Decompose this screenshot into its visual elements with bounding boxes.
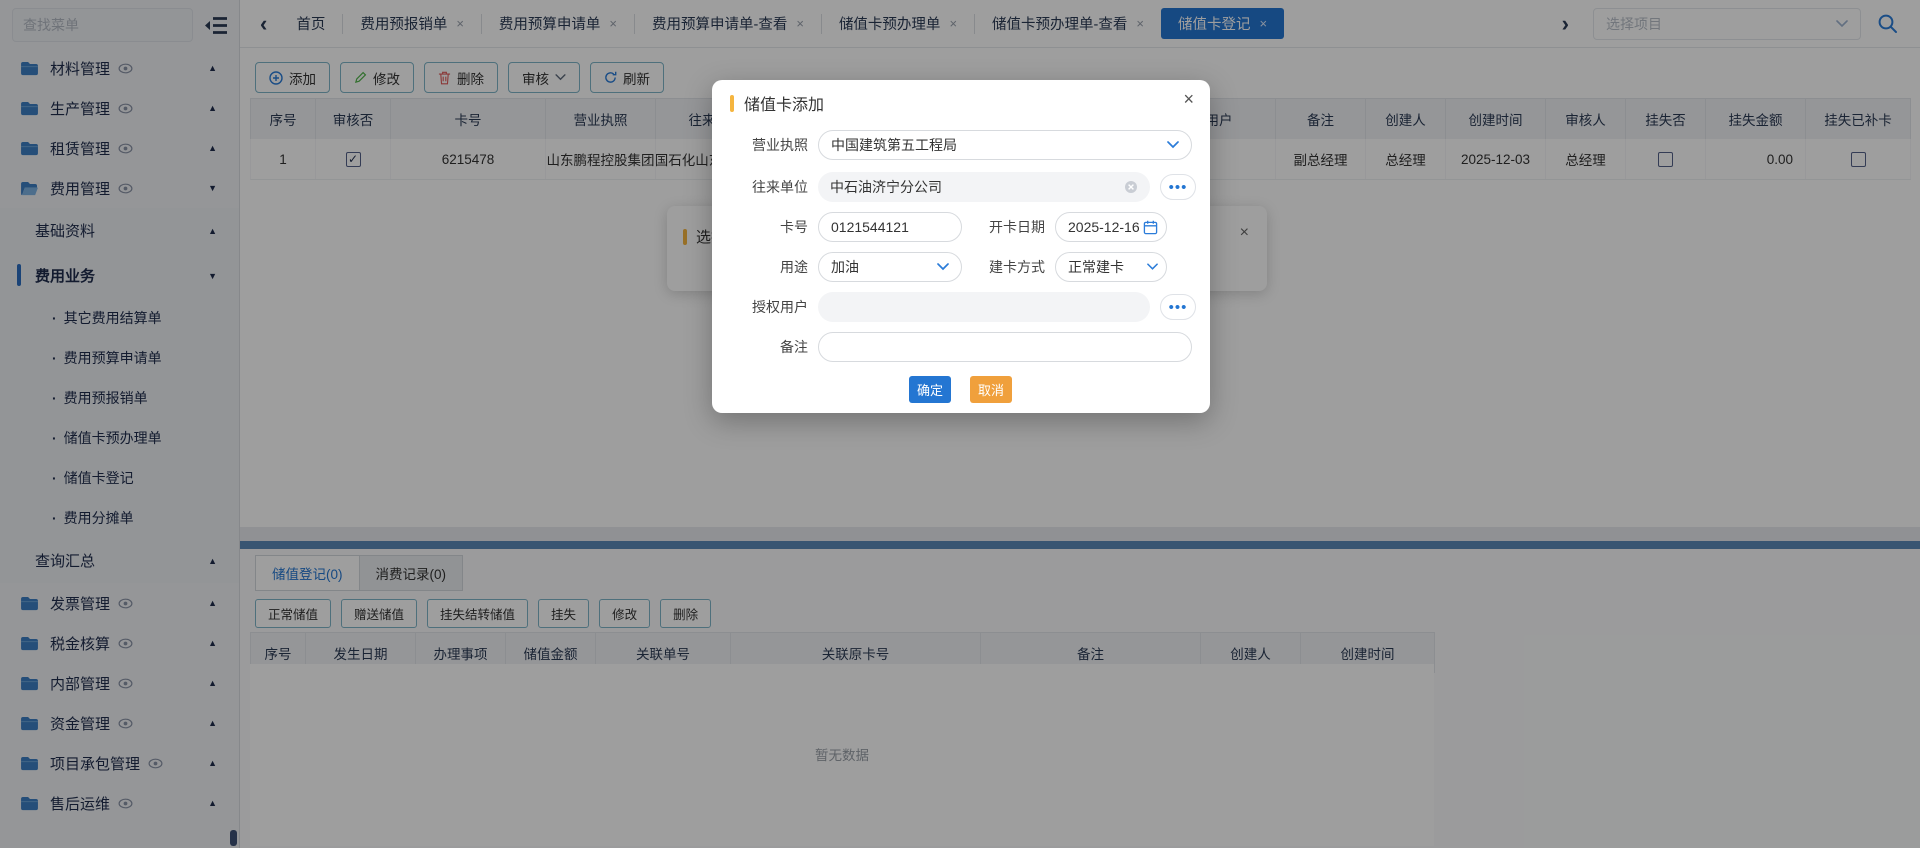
- open-date-input[interactable]: 2025-12-16: [1055, 212, 1167, 242]
- auth-user-lookup-input[interactable]: [818, 292, 1150, 322]
- create-mode-select[interactable]: 正常建卡: [1055, 252, 1167, 282]
- cancel-button[interactable]: 取消: [970, 376, 1012, 403]
- create-mode-label: 建卡方式: [949, 252, 1045, 282]
- chevron-down-icon: [937, 263, 949, 271]
- add-card-modal: 储值卡添加 × 营业执照 中国建筑第五工程局 往来单位 中石油济宁分公司 •••…: [712, 80, 1210, 413]
- business-license-label: 营业执照: [712, 130, 808, 160]
- ok-button[interactable]: 确定: [909, 376, 951, 403]
- remark-label: 备注: [712, 332, 808, 362]
- close-icon[interactable]: ×: [1183, 89, 1194, 110]
- auth-user-label: 授权用户: [712, 292, 808, 322]
- auth-user-lookup-button[interactable]: •••: [1160, 294, 1196, 320]
- partner-lookup-input[interactable]: 中石油济宁分公司: [818, 172, 1150, 202]
- partner-label: 往来单位: [712, 172, 808, 202]
- open-date-label: 开卡日期: [949, 212, 1045, 242]
- partner-lookup-button[interactable]: •••: [1160, 174, 1196, 200]
- card-no-input[interactable]: 0121544121: [818, 212, 962, 242]
- business-license-select[interactable]: 中国建筑第五工程局: [818, 130, 1192, 160]
- chevron-down-icon: [1167, 141, 1179, 149]
- remark-input[interactable]: [818, 332, 1192, 362]
- purpose-label: 用途: [712, 252, 808, 282]
- purpose-select[interactable]: 加油: [818, 252, 962, 282]
- card-no-label: 卡号: [712, 212, 808, 242]
- app-window: 查找菜单 材料管理▲生产管理▲租赁管理▲费用管理▼基础资料▲费用业务▼·其它费用…: [0, 0, 1920, 848]
- chevron-down-icon: [1147, 263, 1158, 271]
- clear-icon[interactable]: [1124, 180, 1138, 194]
- modal-title: 储值卡添加: [730, 91, 824, 115]
- calendar-icon[interactable]: [1143, 220, 1158, 235]
- title-accent-bar: [730, 95, 734, 112]
